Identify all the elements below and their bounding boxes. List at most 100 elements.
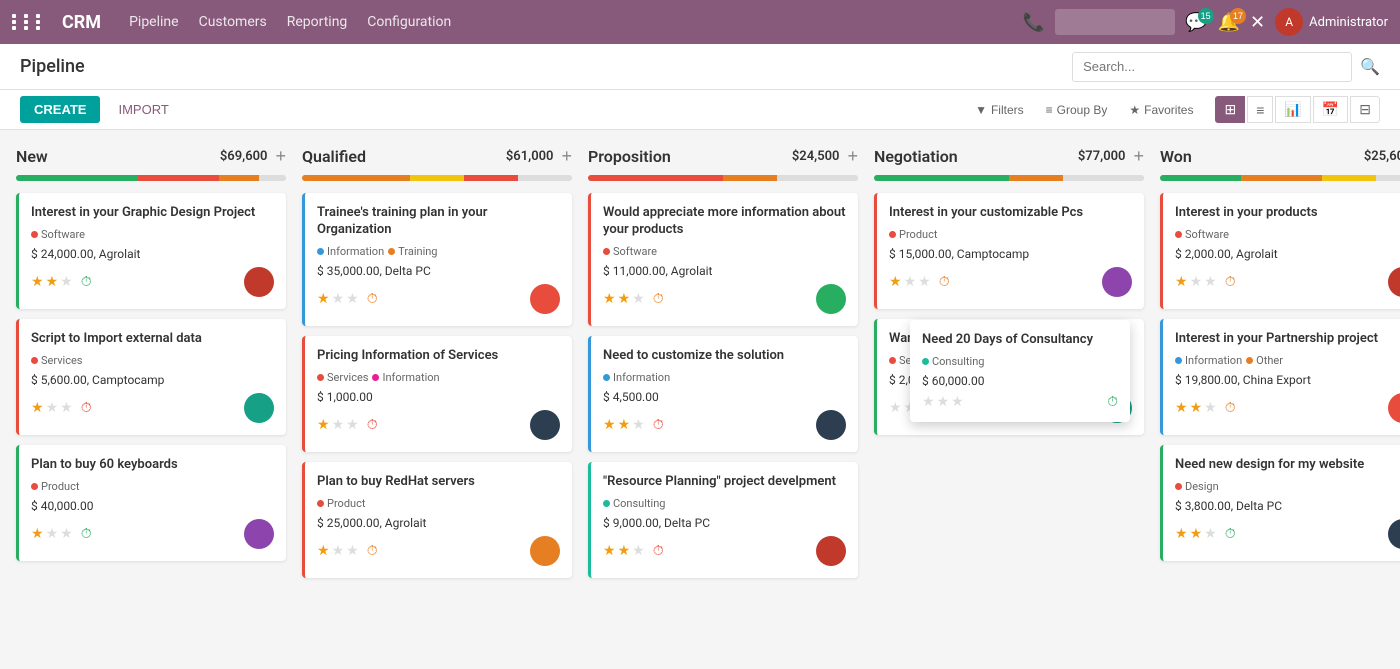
main-menu: Pipeline Customers Reporting Configurati…: [129, 14, 451, 30]
view-calendar-button[interactable]: 📅: [1313, 96, 1348, 123]
card-title-won-2: Need new design for my website: [1175, 457, 1400, 474]
star-1[interactable]: ★: [889, 274, 902, 290]
page-title: Pipeline: [20, 56, 85, 77]
star-3[interactable]: ★: [60, 526, 73, 542]
star-2[interactable]: ★: [46, 274, 59, 290]
popup-status-icon: ⏱: [1107, 394, 1118, 410]
star-3[interactable]: ★: [1204, 274, 1217, 290]
phone-button[interactable]: 📞: [1023, 12, 1045, 33]
star-1[interactable]: ★: [1175, 526, 1188, 542]
star-2[interactable]: ★: [1190, 400, 1203, 416]
star-3[interactable]: ★: [632, 291, 645, 307]
card-proposition-0[interactable]: Would appreciate more information about …: [588, 193, 858, 326]
card-won-1[interactable]: Interest in your Partnership project Inf…: [1160, 319, 1400, 435]
star-1[interactable]: ★: [889, 400, 902, 416]
star-2[interactable]: ★: [1190, 526, 1203, 542]
star-2[interactable]: ★: [618, 417, 631, 433]
card-won-2[interactable]: Need new design for my website Design$ 3…: [1160, 445, 1400, 561]
card-tags-proposition-2: Consulting: [603, 497, 846, 510]
star-3[interactable]: ★: [346, 543, 359, 559]
star-1[interactable]: ★: [1175, 400, 1188, 416]
card-qualified-2[interactable]: Plan to buy RedHat servers Product$ 25,0…: [302, 462, 572, 578]
notifications-button[interactable]: 🔔 17: [1218, 12, 1240, 33]
view-pivot-button[interactable]: ⊟: [1350, 96, 1380, 123]
topnav-search[interactable]: [1055, 9, 1175, 35]
star-1[interactable]: ★: [1175, 274, 1188, 290]
star-2[interactable]: ★: [937, 394, 950, 410]
card-new-0[interactable]: Interest in your Graphic Design Project …: [16, 193, 286, 309]
menu-customers[interactable]: Customers: [199, 14, 267, 30]
star-1[interactable]: ★: [922, 394, 935, 410]
column-add-card-proposition[interactable]: +: [847, 146, 858, 167]
star-1[interactable]: ★: [31, 400, 44, 416]
star-3[interactable]: ★: [1204, 400, 1217, 416]
card-proposition-2[interactable]: "Resource Planning" project develpment C…: [588, 462, 858, 578]
column-add-card-negotiation[interactable]: +: [1133, 146, 1144, 167]
star-1[interactable]: ★: [317, 543, 330, 559]
star-2[interactable]: ★: [332, 291, 345, 307]
close-icon[interactable]: ✕: [1250, 12, 1265, 33]
star-2[interactable]: ★: [618, 291, 631, 307]
tag-services: Services: [31, 354, 82, 367]
star-2[interactable]: ★: [332, 543, 345, 559]
tag-product: Product: [31, 480, 79, 493]
star-1[interactable]: ★: [317, 417, 330, 433]
star-1[interactable]: ★: [317, 291, 330, 307]
star-3[interactable]: ★: [346, 291, 359, 307]
create-button[interactable]: CREATE: [20, 96, 100, 123]
card-won-0[interactable]: Interest in your products Software$ 2,00…: [1160, 193, 1400, 309]
star-3[interactable]: ★: [346, 417, 359, 433]
search-button[interactable]: 🔍: [1360, 57, 1380, 77]
card-new-2[interactable]: Plan to buy 60 keyboards Product$ 40,000…: [16, 445, 286, 561]
card-new-1[interactable]: Script to Import external data Services$…: [16, 319, 286, 435]
card-title-proposition-1: Need to customize the solution: [603, 348, 846, 365]
favorites-button[interactable]: ★ Favorites: [1121, 99, 1201, 121]
menu-configuration[interactable]: Configuration: [367, 14, 451, 30]
tag-dot: [317, 248, 324, 255]
column-header-proposition: Proposition$24,500+: [588, 146, 858, 175]
popup-tag-label: Consulting: [932, 355, 984, 368]
star-1[interactable]: ★: [31, 526, 44, 542]
card-footer-qualified-1: ★★★⏱: [317, 410, 560, 440]
star-3[interactable]: ★: [1204, 526, 1217, 542]
search-input[interactable]: [1072, 52, 1352, 82]
star-2[interactable]: ★: [904, 274, 917, 290]
column-add-card-qualified[interactable]: +: [561, 146, 572, 167]
column-amount-qualified: $61,000: [506, 149, 554, 164]
tag-dot: [1175, 483, 1182, 490]
groupby-button[interactable]: ≡ Group By: [1038, 99, 1116, 121]
star-2[interactable]: ★: [1190, 274, 1203, 290]
filters-button[interactable]: ▼ Filters: [967, 99, 1032, 121]
view-list-button[interactable]: ≡: [1247, 96, 1273, 123]
menu-pipeline[interactable]: Pipeline: [129, 14, 179, 30]
import-button[interactable]: IMPORT: [108, 96, 178, 123]
star-3[interactable]: ★: [632, 543, 645, 559]
card-amount-qualified-2: $ 25,000.00, Agrolait: [317, 516, 560, 530]
column-add-card-new[interactable]: +: [275, 146, 286, 167]
star-1[interactable]: ★: [603, 417, 616, 433]
card-qualified-0[interactable]: Trainee's training plan in your Organiza…: [302, 193, 572, 326]
menu-reporting[interactable]: Reporting: [287, 14, 348, 30]
card-proposition-1[interactable]: Need to customize the solution Informati…: [588, 336, 858, 452]
star-3[interactable]: ★: [918, 274, 931, 290]
user-menu[interactable]: A Administrator: [1275, 8, 1388, 36]
star-2[interactable]: ★: [46, 400, 59, 416]
star-2[interactable]: ★: [618, 543, 631, 559]
view-kanban-button[interactable]: ⊞: [1215, 96, 1245, 123]
view-chart-button[interactable]: 📊: [1275, 96, 1310, 123]
star-3[interactable]: ★: [60, 274, 73, 290]
apps-menu-icon[interactable]: [12, 14, 46, 30]
star-3[interactable]: ★: [632, 417, 645, 433]
star-1[interactable]: ★: [603, 543, 616, 559]
star-2[interactable]: ★: [46, 526, 59, 542]
star-3[interactable]: ★: [60, 400, 73, 416]
column-proposition: Proposition$24,500+Would appreciate more…: [588, 146, 858, 649]
star-1[interactable]: ★: [603, 291, 616, 307]
star-1[interactable]: ★: [31, 274, 44, 290]
star-2[interactable]: ★: [332, 417, 345, 433]
column-amount-proposition: $24,500: [792, 149, 840, 164]
messages-button[interactable]: 💬 15: [1185, 12, 1207, 33]
star-3[interactable]: ★: [951, 394, 964, 410]
card-qualified-1[interactable]: Pricing Information of Services Services…: [302, 336, 572, 452]
card-negotiation-0[interactable]: Interest in your customizable Pcs Produc…: [874, 193, 1144, 309]
